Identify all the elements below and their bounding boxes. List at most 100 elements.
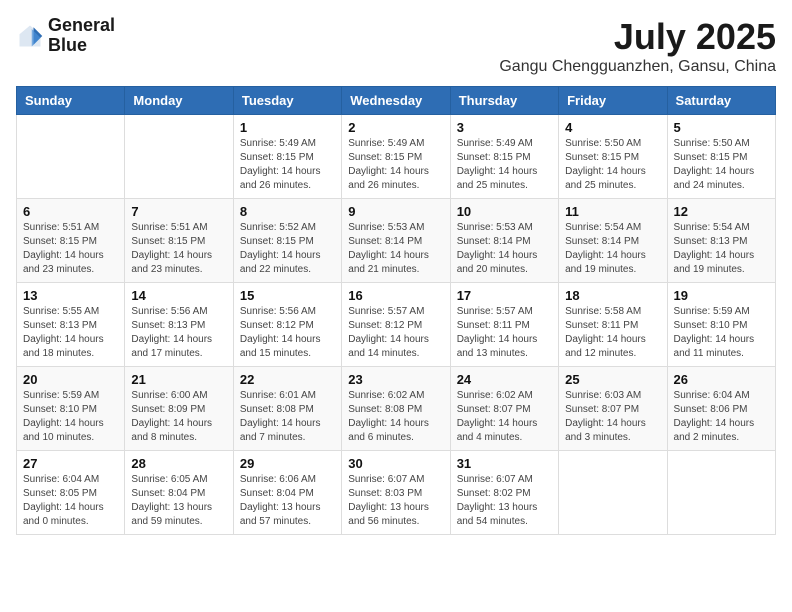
day-number: 9 [348, 204, 443, 219]
calendar-cell: 26 Sunrise: 6:04 AM Sunset: 8:06 PM Dayli… [667, 367, 775, 451]
day-number: 14 [131, 288, 226, 303]
calendar-cell: 22 Sunrise: 6:01 AM Sunset: 8:08 PM Dayli… [233, 367, 341, 451]
logo: General Blue [16, 16, 115, 56]
calendar-cell: 10 Sunrise: 5:53 AM Sunset: 8:14 PM Dayli… [450, 199, 558, 283]
weekday-header-row: SundayMondayTuesdayWednesdayThursdayFrid… [17, 87, 776, 115]
day-info: Sunrise: 6:00 AM Sunset: 8:09 PM Dayligh… [131, 389, 226, 445]
day-info: Sunrise: 5:54 AM Sunset: 8:14 PM Dayligh… [565, 221, 660, 277]
day-number: 24 [457, 372, 552, 387]
weekday-header: Sunday [17, 87, 125, 115]
day-number: 29 [240, 456, 335, 471]
title-block: July 2025 Gangu Chengguanzhen, Gansu, Ch… [499, 16, 776, 76]
day-info: Sunrise: 6:02 AM Sunset: 8:08 PM Dayligh… [348, 389, 443, 445]
day-number: 27 [23, 456, 118, 471]
day-number: 2 [348, 120, 443, 135]
weekday-header: Monday [125, 87, 233, 115]
day-info: Sunrise: 6:04 AM Sunset: 8:06 PM Dayligh… [674, 389, 769, 445]
calendar-cell: 27 Sunrise: 6:04 AM Sunset: 8:05 PM Dayli… [17, 451, 125, 535]
calendar-cell [667, 451, 775, 535]
calendar-cell: 4 Sunrise: 5:50 AM Sunset: 8:15 PM Daylig… [559, 115, 667, 199]
calendar-cell: 14 Sunrise: 5:56 AM Sunset: 8:13 PM Dayli… [125, 283, 233, 367]
calendar-cell: 8Sunrise: 5:52 AM Sunset: 8:15 PM Daylig… [233, 199, 341, 283]
calendar-cell: 17 Sunrise: 5:57 AM Sunset: 8:11 PM Dayli… [450, 283, 558, 367]
day-number: 10 [457, 204, 552, 219]
calendar-cell: 16 Sunrise: 5:57 AM Sunset: 8:12 PM Dayli… [342, 283, 450, 367]
day-number: 20 [23, 372, 118, 387]
day-info: Sunrise: 6:07 AM Sunset: 8:02 PM Dayligh… [457, 473, 552, 529]
calendar-cell: 9 Sunrise: 5:53 AM Sunset: 8:14 PM Daylig… [342, 199, 450, 283]
calendar-cell [125, 115, 233, 199]
calendar-cell: 23 Sunrise: 6:02 AM Sunset: 8:08 PM Dayli… [342, 367, 450, 451]
day-number: 21 [131, 372, 226, 387]
calendar-cell: 7 Sunrise: 5:51 AM Sunset: 8:15 PM Daylig… [125, 199, 233, 283]
calendar-subtitle: Gangu Chengguanzhen, Gansu, China [499, 58, 776, 76]
day-info: Sunrise: 6:06 AM Sunset: 8:04 PM Dayligh… [240, 473, 335, 529]
calendar-cell: 2 Sunrise: 5:49 AM Sunset: 8:15 PM Daylig… [342, 115, 450, 199]
day-info: Sunrise: 5:56 AM Sunset: 8:13 PM Dayligh… [131, 305, 226, 361]
day-info: Sunrise: 6:02 AM Sunset: 8:07 PM Dayligh… [457, 389, 552, 445]
day-number: 15 [240, 288, 335, 303]
day-info: Sunrise: 5:49 AM Sunset: 8:15 PM Dayligh… [457, 137, 552, 193]
calendar-cell: 15 Sunrise: 5:56 AM Sunset: 8:12 PM Dayli… [233, 283, 341, 367]
day-info: Sunrise: 6:05 AM Sunset: 8:04 PM Dayligh… [131, 473, 226, 529]
day-info: Sunrise: 5:53 AM Sunset: 8:14 PM Dayligh… [348, 221, 443, 277]
calendar-cell: 6 Sunrise: 5:51 AM Sunset: 8:15 PM Daylig… [17, 199, 125, 283]
weekday-header: Wednesday [342, 87, 450, 115]
calendar-cell: 28 Sunrise: 6:05 AM Sunset: 8:04 PM Dayli… [125, 451, 233, 535]
day-info: Sunrise: 5:49 AM Sunset: 8:15 PM Dayligh… [240, 137, 335, 193]
day-info: Sunrise: 6:03 AM Sunset: 8:07 PM Dayligh… [565, 389, 660, 445]
calendar-cell: 13 Sunrise: 5:55 AM Sunset: 8:13 PM Dayli… [17, 283, 125, 367]
day-number: 6 [23, 204, 118, 219]
day-info: Sunrise: 5:56 AM Sunset: 8:12 PM Dayligh… [240, 305, 335, 361]
day-number: 30 [348, 456, 443, 471]
day-number: 28 [131, 456, 226, 471]
calendar-week-row: 20 Sunrise: 5:59 AM Sunset: 8:10 PM Dayli… [17, 367, 776, 451]
day-number: 5 [674, 120, 769, 135]
day-info: Sunrise: 5:58 AM Sunset: 8:11 PM Dayligh… [565, 305, 660, 361]
weekday-header: Friday [559, 87, 667, 115]
day-info: Sunrise: 5:57 AM Sunset: 8:12 PM Dayligh… [348, 305, 443, 361]
day-info: Sunrise: 5:52 AM Sunset: 8:15 PM Dayligh… [240, 221, 335, 277]
day-number: 26 [674, 372, 769, 387]
day-info: Sunrise: 5:53 AM Sunset: 8:14 PM Dayligh… [457, 221, 552, 277]
day-number: 3 [457, 120, 552, 135]
day-number: 31 [457, 456, 552, 471]
calendar-cell: 5Sunrise: 5:50 AM Sunset: 8:15 PM Daylig… [667, 115, 775, 199]
weekday-header: Tuesday [233, 87, 341, 115]
day-info: Sunrise: 5:55 AM Sunset: 8:13 PM Dayligh… [23, 305, 118, 361]
day-number: 4 [565, 120, 660, 135]
day-number: 18 [565, 288, 660, 303]
calendar-cell: 20 Sunrise: 5:59 AM Sunset: 8:10 PM Dayli… [17, 367, 125, 451]
day-number: 7 [131, 204, 226, 219]
calendar-cell: 12Sunrise: 5:54 AM Sunset: 8:13 PM Dayli… [667, 199, 775, 283]
calendar-cell: 3 Sunrise: 5:49 AM Sunset: 8:15 PM Daylig… [450, 115, 558, 199]
day-info: Sunrise: 5:50 AM Sunset: 8:15 PM Dayligh… [565, 137, 660, 193]
day-number: 19 [674, 288, 769, 303]
calendar-cell: 25 Sunrise: 6:03 AM Sunset: 8:07 PM Dayli… [559, 367, 667, 451]
weekday-header: Saturday [667, 87, 775, 115]
day-number: 1 [240, 120, 335, 135]
day-info: Sunrise: 5:57 AM Sunset: 8:11 PM Dayligh… [457, 305, 552, 361]
day-info: Sunrise: 6:07 AM Sunset: 8:03 PM Dayligh… [348, 473, 443, 529]
day-number: 25 [565, 372, 660, 387]
calendar-cell: 18 Sunrise: 5:58 AM Sunset: 8:11 PM Dayli… [559, 283, 667, 367]
day-number: 13 [23, 288, 118, 303]
calendar-table: SundayMondayTuesdayWednesdayThursdayFrid… [16, 86, 776, 535]
day-number: 11 [565, 204, 660, 219]
calendar-cell: 24 Sunrise: 6:02 AM Sunset: 8:07 PM Dayli… [450, 367, 558, 451]
weekday-header: Thursday [450, 87, 558, 115]
day-info: Sunrise: 5:59 AM Sunset: 8:10 PM Dayligh… [674, 305, 769, 361]
day-info: Sunrise: 6:01 AM Sunset: 8:08 PM Dayligh… [240, 389, 335, 445]
day-info: Sunrise: 5:51 AM Sunset: 8:15 PM Dayligh… [23, 221, 118, 277]
day-number: 16 [348, 288, 443, 303]
day-info: Sunrise: 5:49 AM Sunset: 8:15 PM Dayligh… [348, 137, 443, 193]
day-number: 23 [348, 372, 443, 387]
day-info: Sunrise: 5:59 AM Sunset: 8:10 PM Dayligh… [23, 389, 118, 445]
day-info: Sunrise: 5:51 AM Sunset: 8:15 PM Dayligh… [131, 221, 226, 277]
day-number: 22 [240, 372, 335, 387]
calendar-week-row: 1 Sunrise: 5:49 AM Sunset: 8:15 PM Daylig… [17, 115, 776, 199]
day-number: 17 [457, 288, 552, 303]
calendar-cell: 30 Sunrise: 6:07 AM Sunset: 8:03 PM Dayli… [342, 451, 450, 535]
day-info: Sunrise: 6:04 AM Sunset: 8:05 PM Dayligh… [23, 473, 118, 529]
calendar-cell: 1 Sunrise: 5:49 AM Sunset: 8:15 PM Daylig… [233, 115, 341, 199]
